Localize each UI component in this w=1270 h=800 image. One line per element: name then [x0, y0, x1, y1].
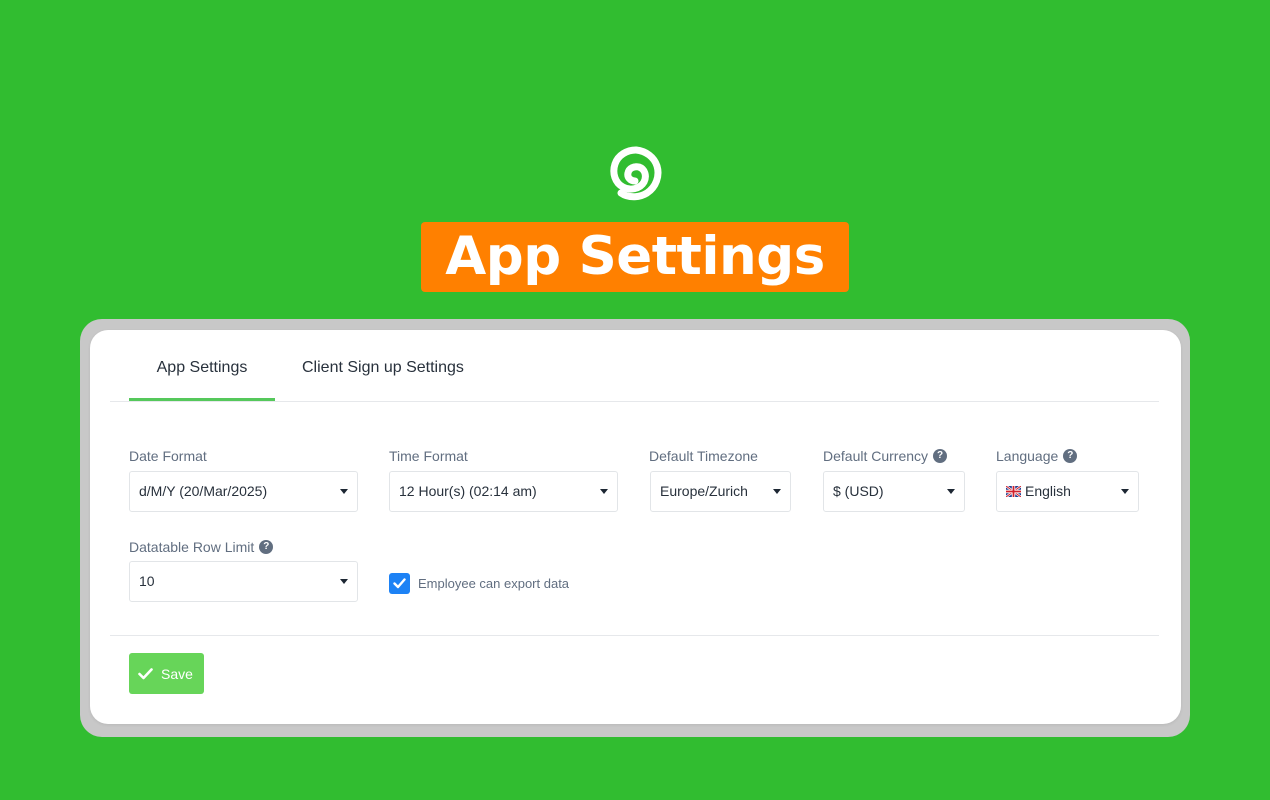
- language-label: Language ?: [996, 447, 1078, 465]
- language-select[interactable]: English: [996, 471, 1139, 512]
- form-divider: [110, 635, 1159, 636]
- chevron-down-icon: [340, 579, 348, 584]
- time-format-label: Time Format: [389, 448, 468, 464]
- timezone-select[interactable]: Europe/Zurich: [650, 471, 791, 512]
- help-icon[interactable]: ?: [259, 540, 274, 554]
- chevron-down-icon: [947, 489, 955, 494]
- help-icon[interactable]: ?: [1063, 449, 1078, 463]
- check-icon: [138, 667, 153, 679]
- language-value: English: [1025, 483, 1071, 499]
- row-limit-label: Datatable Row Limit ?: [129, 538, 274, 556]
- export-data-checkbox[interactable]: [389, 573, 410, 594]
- currency-value: $ (USD): [833, 483, 884, 499]
- check-icon: [393, 578, 406, 589]
- settings-tabs: App Settings Client Sign up Settings: [110, 330, 1159, 402]
- timezone-field: Default Timezone Europe/Zurich: [649, 447, 791, 512]
- timezone-label: Default Timezone: [649, 448, 758, 464]
- page-headline: App Settings: [421, 222, 849, 292]
- tab-client-signup-settings[interactable]: Client Sign up Settings: [302, 330, 482, 401]
- active-tab-indicator: [129, 398, 275, 401]
- save-button-label: Save: [161, 665, 193, 682]
- help-icon[interactable]: ?: [933, 449, 948, 463]
- currency-field: Default Currency ? $ (USD): [823, 447, 965, 512]
- chevron-down-icon: [600, 489, 608, 494]
- export-data-label: Employee can export data: [418, 576, 570, 591]
- date-format-field: Date Format d/M/Y (20/Mar/2025): [129, 447, 358, 512]
- chevron-down-icon: [340, 489, 348, 494]
- row-limit-field: Datatable Row Limit ? 10: [129, 538, 358, 602]
- swirl-logo-icon: [610, 146, 662, 201]
- uk-flag-icon: [1006, 486, 1021, 497]
- settings-card: App Settings Client Sign up Settings Dat…: [90, 330, 1181, 724]
- language-field: Language ? English: [996, 447, 1139, 512]
- row-limit-value: 10: [139, 573, 155, 589]
- time-format-field: Time Format 12 Hour(s) (02:14 am): [389, 447, 618, 512]
- timezone-value: Europe/Zurich: [660, 483, 748, 499]
- currency-label: Default Currency ?: [823, 447, 948, 465]
- save-button[interactable]: Save: [129, 653, 204, 694]
- chevron-down-icon: [1121, 489, 1129, 494]
- date-format-value: d/M/Y (20/Mar/2025): [139, 483, 268, 499]
- row-limit-select[interactable]: 10: [129, 561, 358, 602]
- chevron-down-icon: [773, 489, 781, 494]
- time-format-select[interactable]: 12 Hour(s) (02:14 am): [389, 471, 618, 512]
- time-format-value: 12 Hour(s) (02:14 am): [399, 483, 537, 499]
- currency-select[interactable]: $ (USD): [823, 471, 965, 512]
- date-format-label: Date Format: [129, 448, 207, 464]
- export-data-option: Employee can export data: [389, 573, 569, 594]
- date-format-select[interactable]: d/M/Y (20/Mar/2025): [129, 471, 358, 512]
- tab-app-settings[interactable]: App Settings: [129, 330, 275, 401]
